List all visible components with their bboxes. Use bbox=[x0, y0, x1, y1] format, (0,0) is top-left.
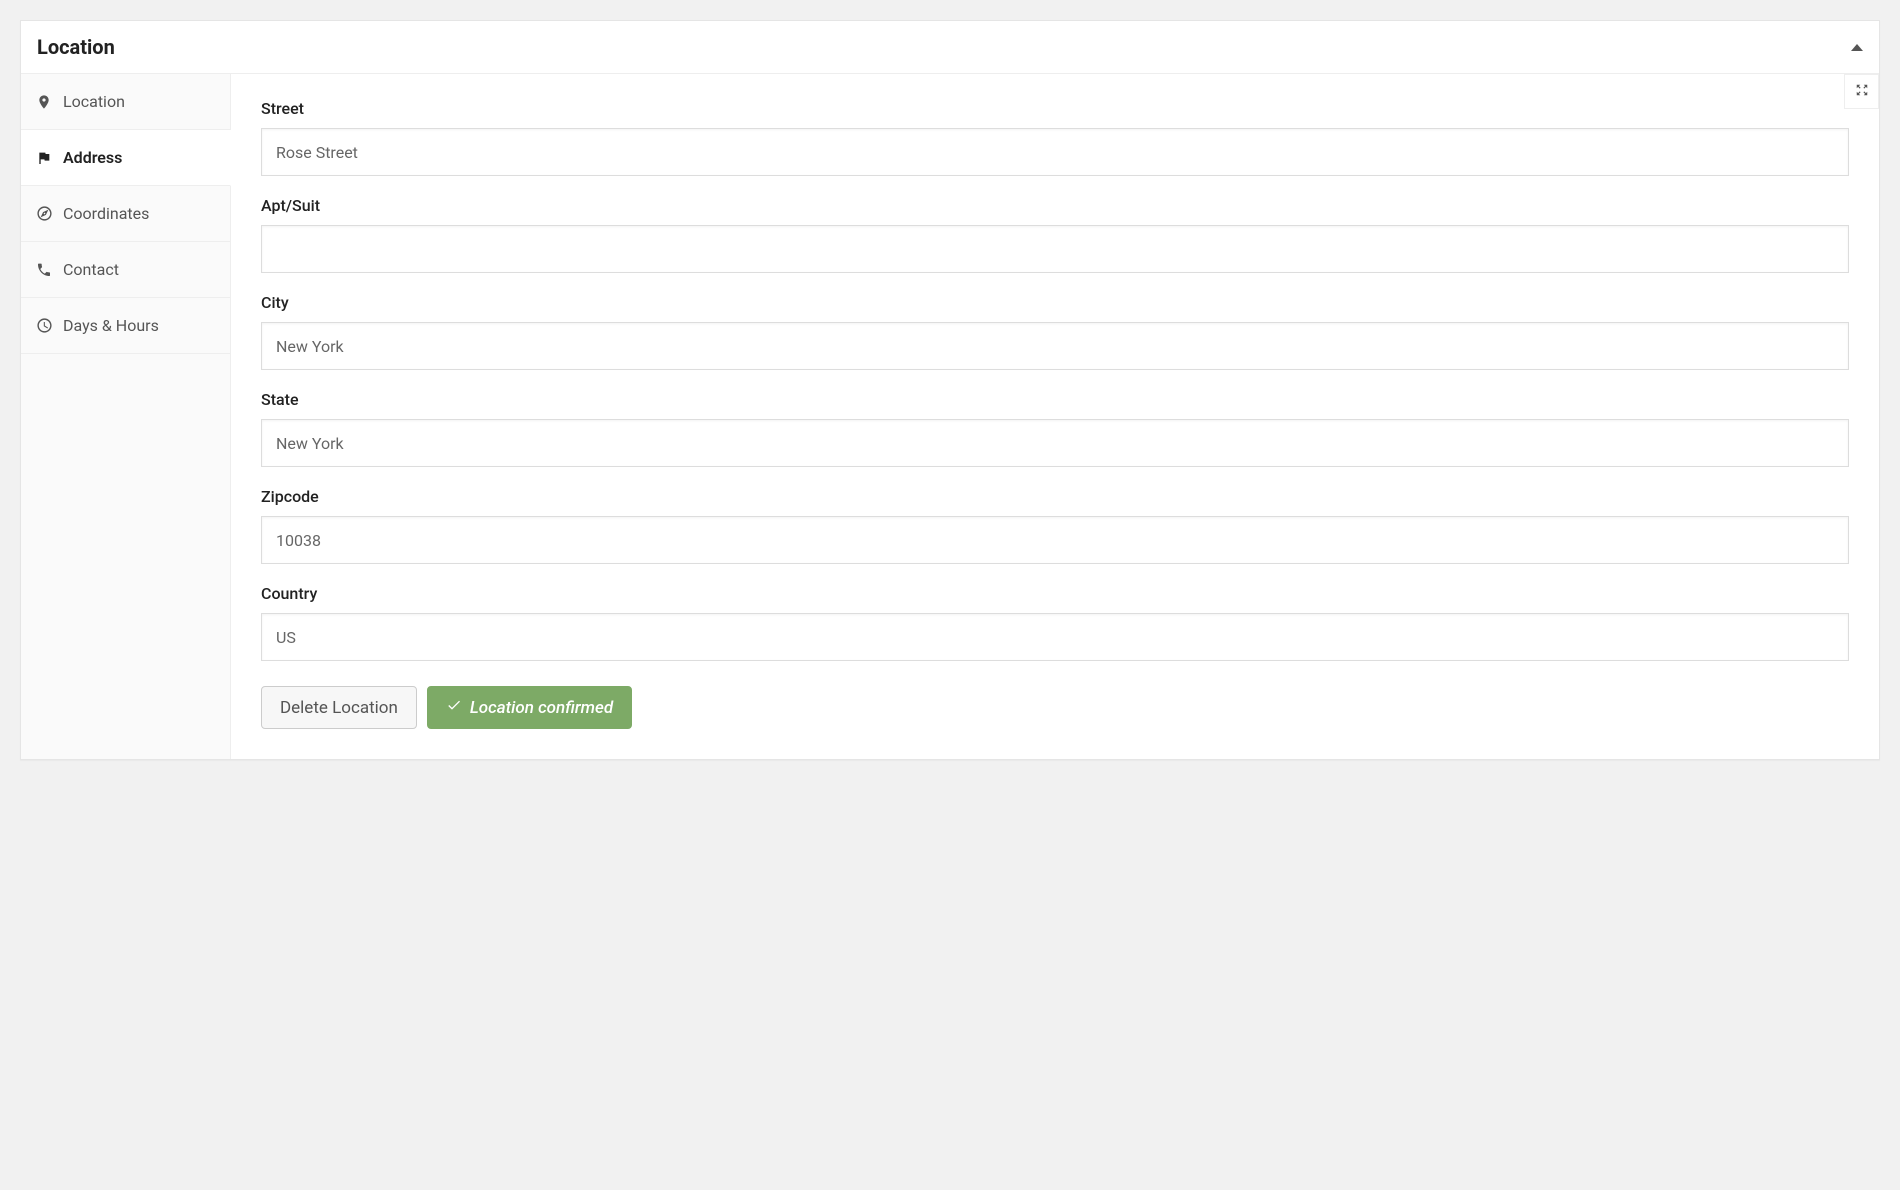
sidebar-item-location[interactable]: Location bbox=[21, 74, 230, 130]
sidebar: Location Address Coordinates Contact bbox=[21, 74, 231, 759]
expand-button[interactable] bbox=[1844, 74, 1879, 109]
apt-input[interactable] bbox=[261, 225, 1849, 273]
panel-header: Location bbox=[21, 21, 1879, 74]
city-input[interactable] bbox=[261, 322, 1849, 370]
delete-location-button[interactable]: Delete Location bbox=[261, 686, 417, 729]
form-area: Street Apt/Suit City State Zipcode Count bbox=[231, 74, 1879, 759]
zipcode-label: Zipcode bbox=[261, 487, 1849, 506]
flag-icon bbox=[35, 149, 53, 167]
apt-field: Apt/Suit bbox=[261, 196, 1849, 273]
sidebar-item-days-hours[interactable]: Days & Hours bbox=[21, 298, 230, 354]
state-input[interactable] bbox=[261, 419, 1849, 467]
city-label: City bbox=[261, 293, 1849, 312]
location-confirmed-button[interactable]: Location confirmed bbox=[427, 686, 632, 729]
delete-location-label: Delete Location bbox=[280, 698, 398, 718]
clock-icon bbox=[35, 317, 53, 335]
location-confirmed-label: Location confirmed bbox=[470, 698, 613, 718]
state-label: State bbox=[261, 390, 1849, 409]
expand-icon bbox=[1855, 83, 1869, 101]
street-field: Street bbox=[261, 99, 1849, 176]
zipcode-input[interactable] bbox=[261, 516, 1849, 564]
collapse-toggle-icon[interactable] bbox=[1851, 44, 1863, 51]
location-pin-icon bbox=[35, 93, 53, 111]
zipcode-field: Zipcode bbox=[261, 487, 1849, 564]
sidebar-item-coordinates[interactable]: Coordinates bbox=[21, 186, 230, 242]
panel-body: Location Address Coordinates Contact bbox=[21, 74, 1879, 759]
sidebar-item-label: Address bbox=[63, 148, 122, 167]
location-panel: Location Location Address Coordinates bbox=[20, 20, 1880, 760]
sidebar-item-label: Days & Hours bbox=[63, 316, 159, 335]
panel-title: Location bbox=[37, 35, 115, 59]
sidebar-item-address[interactable]: Address bbox=[21, 130, 231, 186]
country-input[interactable] bbox=[261, 613, 1849, 661]
country-label: Country bbox=[261, 584, 1849, 603]
street-input[interactable] bbox=[261, 128, 1849, 176]
city-field: City bbox=[261, 293, 1849, 370]
phone-icon bbox=[35, 261, 53, 279]
sidebar-item-label: Contact bbox=[63, 260, 119, 279]
state-field: State bbox=[261, 390, 1849, 467]
actions-row: Delete Location Location confirmed bbox=[261, 686, 1849, 729]
sidebar-item-label: Location bbox=[63, 92, 125, 111]
street-label: Street bbox=[261, 99, 1849, 118]
apt-label: Apt/Suit bbox=[261, 196, 1849, 215]
country-field: Country bbox=[261, 584, 1849, 661]
check-icon bbox=[446, 697, 462, 718]
compass-icon bbox=[35, 205, 53, 223]
sidebar-item-contact[interactable]: Contact bbox=[21, 242, 230, 298]
sidebar-item-label: Coordinates bbox=[63, 204, 149, 223]
